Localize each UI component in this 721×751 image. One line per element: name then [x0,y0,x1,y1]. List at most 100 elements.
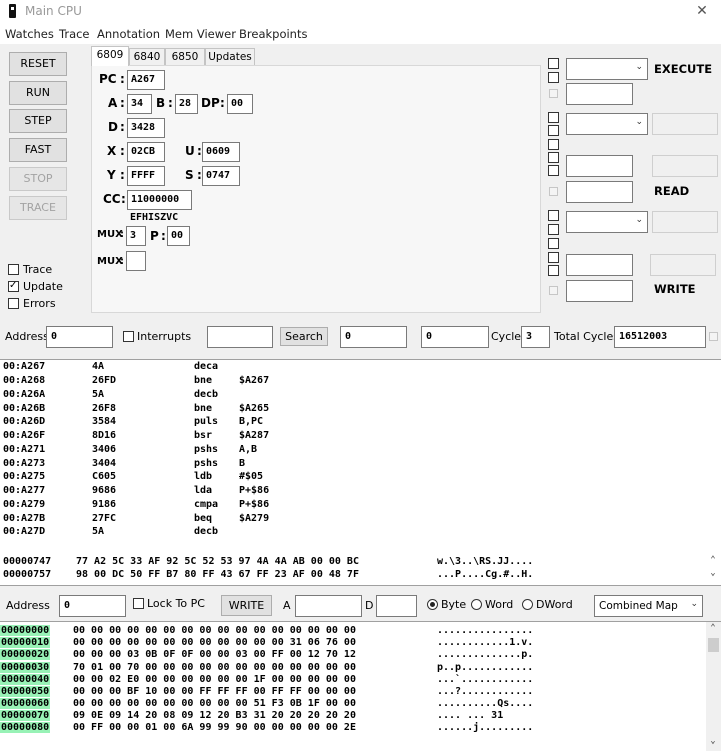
scroll-down-icon[interactable]: ⌄ [706,568,720,578]
write-button[interactable]: WRITE [221,595,272,616]
read-bp-checkbox-4[interactable] [548,152,559,163]
stack-view[interactable]: 00000747 77 A2 5C 33 AF 92 5C 52 53 97 4A… [0,553,721,586]
lock-to-pc-checkbox[interactable] [133,598,144,609]
tab-updates[interactable]: Updates [205,48,255,65]
disasm-row[interactable]: 00:A267 4A deca [3,361,703,375]
menu-breakpoints[interactable]: Breakpoints [239,27,307,41]
exec-bp-checkbox-3[interactable] [549,89,558,98]
memory-row[interactable]: 00000020 00 00 00 03 0B 0F 0F 00 00 03 00… [0,649,705,661]
read-bp-value-1[interactable] [652,113,718,135]
cycles-field[interactable]: 3 [521,326,550,348]
exec-bp-checkbox-1[interactable] [548,58,559,69]
errors-checkbox[interactable] [8,298,19,309]
memory-row[interactable]: 00000010 00 00 00 00 00 00 00 00 00 00 00… [0,637,705,649]
pc-field[interactable]: A267 [127,70,165,90]
memory-row[interactable]: 00000030 70 01 00 70 00 00 00 00 00 00 00… [0,662,705,674]
address-input[interactable]: 0 [46,326,113,348]
dword-radio[interactable] [522,599,533,610]
memory-row[interactable]: 00000040 00 00 02 E0 00 00 00 00 00 00 1F… [0,674,705,686]
mux2-field[interactable] [126,251,146,271]
write-bp-checkbox-2[interactable] [548,224,559,235]
read-bp-checkbox-1[interactable] [548,112,559,123]
value-field-1[interactable]: 0 [340,326,407,348]
scroll-up-icon[interactable]: ⌃ [706,623,720,633]
read-bp-checkbox-5[interactable] [548,165,559,176]
disasm-row[interactable]: 00:A27B 27FC beq $A279 [3,513,703,527]
read-bp-checkbox-6[interactable] [549,187,558,196]
read-bp-field-1[interactable] [566,155,633,177]
dp-field[interactable]: 00 [227,94,253,114]
stack-row[interactable]: 00000747 77 A2 5C 33 AF 92 5C 52 53 97 4A… [3,556,533,569]
read-bp-checkbox-2[interactable] [548,125,559,136]
memory-row[interactable]: 00000000 00 00 00 00 00 00 00 00 00 00 00… [0,625,705,637]
read-bp-select[interactable]: ⌄ [566,113,648,135]
memory-row[interactable]: 00000060 00 00 00 00 00 00 00 00 00 00 51… [0,698,705,710]
memory-row[interactable]: 00000070 09 0E 09 14 20 08 09 12 20 B3 31… [0,710,705,722]
x-field[interactable]: 02CB [127,142,165,162]
mem-a-input[interactable] [295,595,362,617]
write-bp-select[interactable]: ⌄ [566,211,648,233]
tab-6850[interactable]: 6850 [165,48,205,65]
write-bp-checkbox-5[interactable] [548,265,559,276]
total-cycles-checkbox[interactable] [709,332,718,341]
write-bp-field-1[interactable] [566,254,633,276]
menu-annotation[interactable]: Annotation [97,27,160,41]
a-field[interactable]: 34 [127,94,152,114]
close-icon[interactable]: ✕ [692,2,712,20]
update-checkbox[interactable] [8,279,19,292]
disasm-row[interactable]: 00:A268 26FD bne $A267 [3,375,703,389]
memory-hex-view[interactable]: 00000000 00 00 00 00 00 00 00 00 00 00 00… [0,621,721,751]
disasm-row[interactable]: 00:A27D 5A decb [3,526,703,540]
mem-address-input[interactable]: 0 [59,595,126,617]
search-button[interactable]: Search [280,327,328,346]
p-field[interactable]: 00 [167,226,190,246]
write-bp-checkbox-6[interactable] [549,286,558,295]
read-bp-checkbox-3[interactable] [548,139,559,150]
byte-radio[interactable] [427,599,438,610]
word-radio[interactable] [471,599,482,610]
search-input[interactable] [207,326,273,348]
exec-bp-select[interactable]: ⌄ [566,58,648,80]
d-field[interactable]: 3428 [127,118,165,138]
tab-6840[interactable]: 6840 [129,48,165,65]
menu-watches[interactable]: Watches [5,27,54,41]
disasm-row[interactable]: 00:A279 9186 cmpa P+$86 [3,499,703,513]
stop-button[interactable]: STOP [9,167,67,191]
mux-field[interactable]: 3 [126,226,146,246]
menu-mem-viewer[interactable]: Mem Viewer [165,27,236,41]
disasm-row[interactable]: 00:A277 9686 lda P+$86 [3,485,703,499]
memory-scrollbar[interactable]: ⌃ ⌄ [706,622,721,751]
exec-bp-field[interactable] [566,83,633,105]
b-field[interactable]: 28 [175,94,198,114]
write-bp-field-2[interactable] [566,280,633,302]
memory-row[interactable]: 00000080 00 FF 00 00 01 00 6A 99 99 90 00… [0,722,705,734]
write-bp-checkbox-1[interactable] [548,210,559,221]
fast-step-button[interactable]: FAST STEP [9,138,67,178]
disasm-row[interactable]: 00:A26F 8D16 bsr $A287 [3,430,703,444]
trace-button[interactable]: TRACE [9,196,67,220]
scrollbar-thumb[interactable] [708,638,719,652]
cc-field[interactable]: 11000000 [127,190,192,210]
interrupts-checkbox[interactable] [123,331,134,342]
step-button[interactable]: STEP [9,109,67,133]
exec-bp-checkbox-2[interactable] [548,72,559,83]
memory-map-select[interactable]: Combined Map ⌄ [594,595,703,617]
u-field[interactable]: 0609 [202,142,240,162]
write-bp-checkbox-3[interactable] [548,238,559,249]
y-field[interactable]: FFFF [127,166,165,186]
disasm-row[interactable]: 00:A271 3406 pshs A,B [3,444,703,458]
read-bp-field-2[interactable] [566,181,633,203]
read-bp-value-2[interactable] [652,155,718,177]
disassembly-list[interactable]: 00:A267 4A deca 00:A268 26FD bne $A267 00:A26… [0,359,721,554]
write-bp-value-1[interactable] [652,211,718,233]
tab-6809[interactable]: 6809 [91,46,129,66]
s-field[interactable]: 0747 [202,166,240,186]
memory-row[interactable]: 00000050 00 00 00 BF 10 00 00 FF FF FF 00… [0,686,705,698]
reset-button[interactable]: RESET [9,52,67,76]
stack-row[interactable]: 00000757 98 00 DC 50 FF B7 80 FF 43 67 FF… [3,569,533,582]
scroll-up-icon[interactable]: ⌃ [706,555,720,565]
disasm-row[interactable]: 00:A275 C605 ldb #$05 [3,471,703,485]
value-field-2[interactable]: 0 [421,326,489,348]
disasm-row[interactable]: 00:A273 3404 pshs B [3,458,703,472]
disasm-row[interactable]: 00:A26B 26F8 bne $A265 [3,403,703,417]
